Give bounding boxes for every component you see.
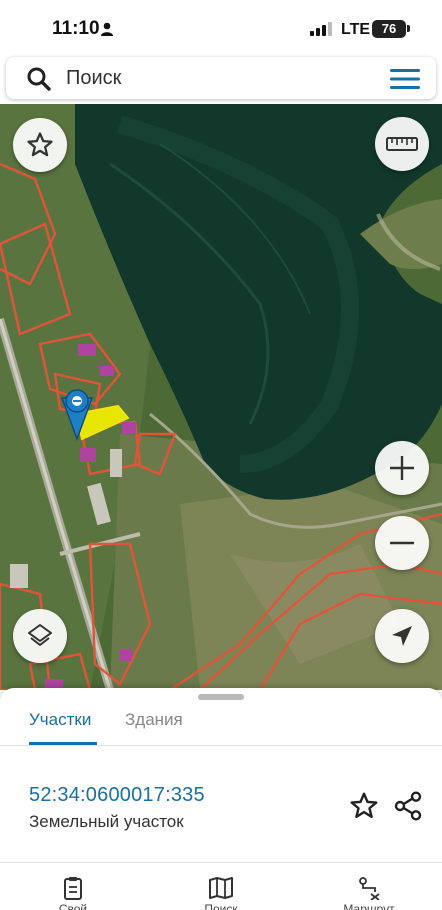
parcel-type-label: Земельный участок [29, 812, 184, 831]
clipboard-icon[interactable] [59, 876, 87, 900]
search-bar[interactable]: Поиск [6, 57, 436, 99]
sheet-drag-handle[interactable] [198, 694, 244, 700]
status-bar: 11:10 LTE 76 [0, 0, 442, 56]
measure-button[interactable] [375, 117, 429, 171]
bottom-nav-divider [0, 862, 442, 863]
bottom-nav-label-1[interactable]: Свой [28, 902, 118, 910]
zoom-out-icon [390, 541, 414, 545]
battery-icon: 76 [372, 20, 406, 38]
battery-nub [407, 25, 410, 32]
layers-button[interactable] [13, 609, 67, 663]
search-icon[interactable] [26, 66, 52, 92]
route-icon[interactable] [355, 876, 383, 900]
share-icon[interactable] [392, 790, 424, 822]
search-input[interactable]: Поиск [66, 67, 121, 90]
person-icon [101, 22, 113, 36]
layers-icon [28, 624, 52, 646]
bottom-sheet: Участки Здания 52:34:0600017:335 Земельн… [0, 688, 442, 910]
map-imagery[interactable] [0, 104, 442, 690]
star-icon [27, 132, 53, 157]
my-location-button[interactable] [375, 609, 429, 663]
map-icon[interactable] [207, 876, 235, 900]
navigation-arrow-icon [392, 626, 412, 646]
app-screen: 11:10 LTE 76 Поиск Участки Здания 52:34:… [0, 0, 442, 910]
satellite-map[interactable] [0, 104, 442, 690]
star-icon[interactable] [348, 790, 380, 822]
zoom-out-button[interactable] [375, 516, 429, 570]
signal-icon [310, 22, 332, 36]
bottom-nav-label-2[interactable]: Поиск [176, 902, 266, 910]
status-time: 11:10 [52, 18, 100, 39]
bottom-nav-label-3[interactable]: Маршрут [324, 902, 414, 910]
tab-buildings[interactable]: Здания [125, 710, 183, 730]
zoom-in-button[interactable] [375, 441, 429, 495]
favorite-button[interactable] [13, 118, 67, 172]
battery-level: 76 [381, 21, 397, 36]
zoom-in-icon [390, 456, 414, 480]
hamburger-menu-icon[interactable] [388, 66, 422, 92]
network-type: LTE [341, 21, 371, 38]
ruler-icon [386, 137, 418, 151]
tab-parcels[interactable]: Участки [29, 710, 91, 730]
cadastral-number-link[interactable]: 52:34:0600017:335 [29, 784, 205, 807]
tab-divider [0, 745, 442, 746]
